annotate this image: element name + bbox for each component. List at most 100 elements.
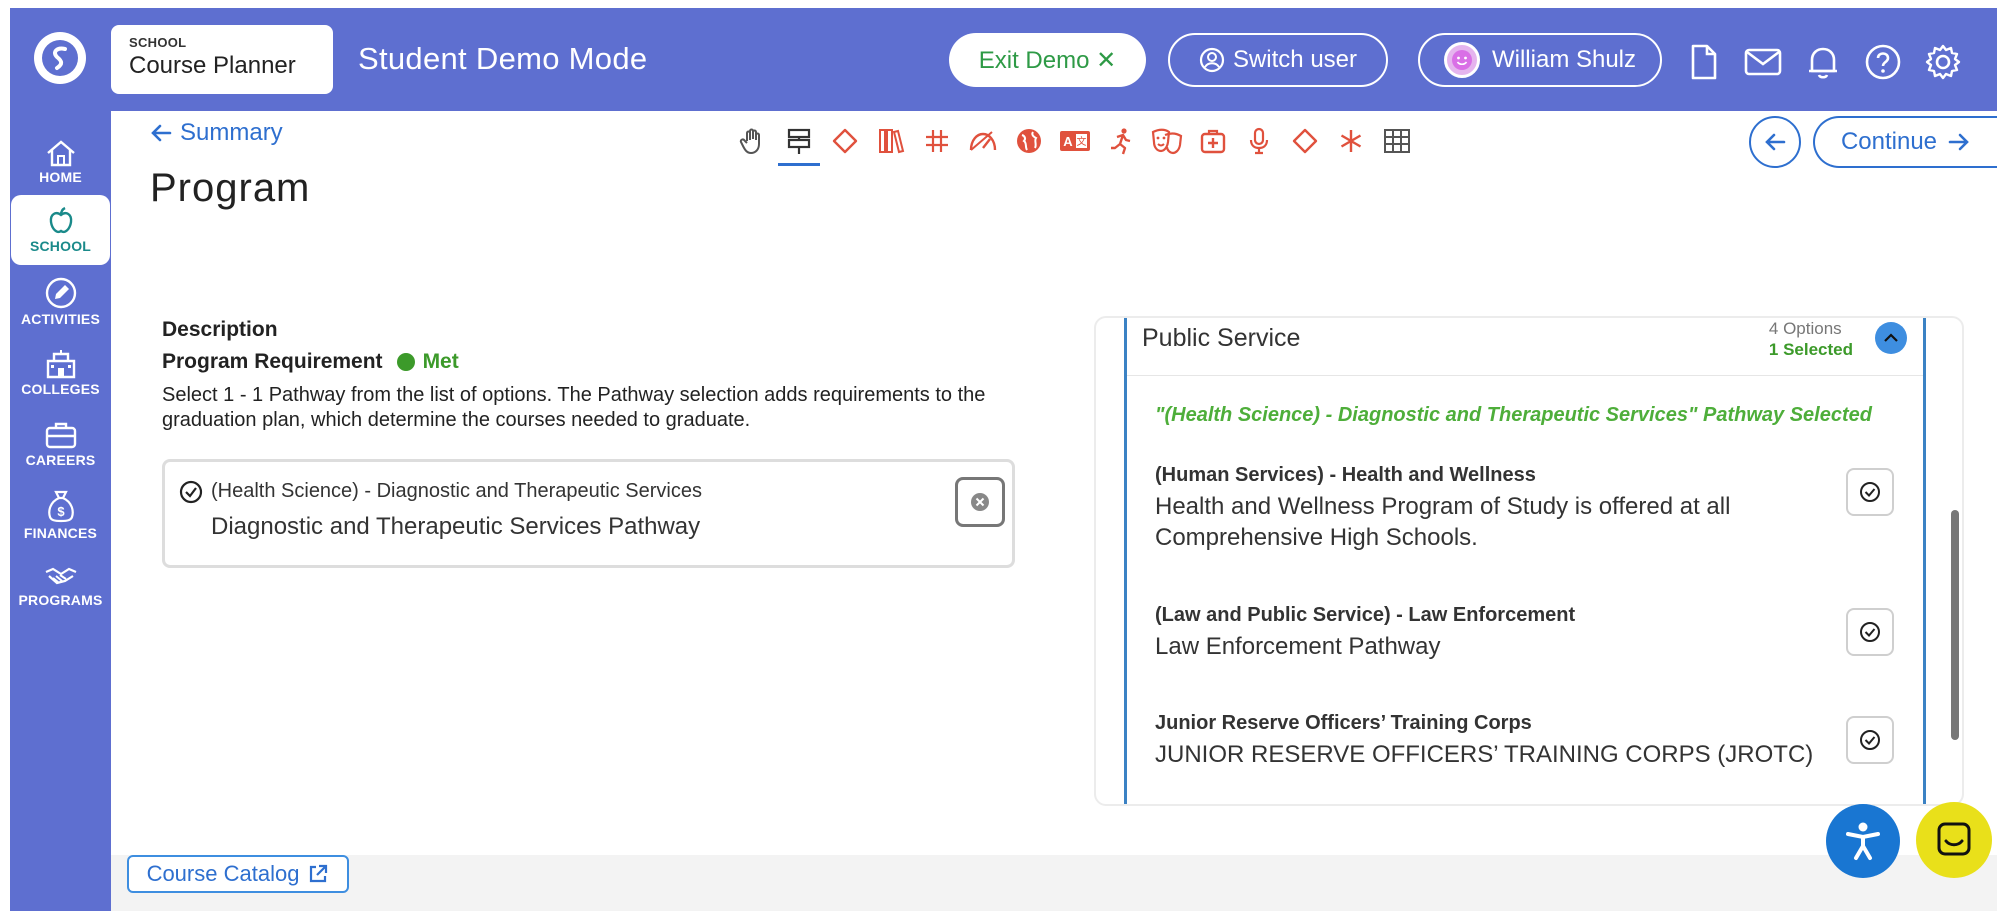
medkit-icon[interactable] bbox=[1190, 124, 1236, 158]
books-icon[interactable] bbox=[868, 124, 914, 158]
sidebar-item-label: CAREERS bbox=[25, 452, 96, 468]
select-pathway-button[interactable] bbox=[1846, 468, 1894, 516]
pathway-option-title: Junior Reserve Officers’ Training Corps bbox=[1155, 712, 1532, 734]
arrow-left-icon bbox=[151, 124, 172, 142]
sidebar-item-finances[interactable]: $ FINANCES bbox=[10, 480, 111, 550]
check-circle-icon bbox=[179, 480, 203, 504]
logo-icon bbox=[42, 40, 78, 76]
bell-icon[interactable] bbox=[1804, 43, 1842, 81]
options-count-text: 4 Options bbox=[1768, 319, 1842, 338]
selected-pathway-card: (Health Science) - Diagnostic and Therap… bbox=[162, 459, 1015, 568]
pathway-option-title: (Law and Public Service) - Law Enforceme… bbox=[1155, 604, 1576, 626]
svg-text:A: A bbox=[1063, 134, 1073, 149]
pathway-option-subtitle: Health and Wellness Program of Study is … bbox=[1155, 493, 1731, 551]
arrow-left-icon bbox=[1765, 133, 1786, 151]
sidebar-item-label: FINANCES bbox=[23, 525, 98, 541]
sidebar-item-label: HOME bbox=[39, 169, 82, 185]
apple-icon bbox=[49, 206, 72, 234]
gear-icon[interactable] bbox=[1924, 43, 1962, 81]
masks-icon[interactable] bbox=[1144, 124, 1190, 158]
sidebar-item-programs[interactable]: PROGRAMS bbox=[10, 551, 111, 621]
page-title: Program bbox=[150, 166, 311, 210]
gauge-icon[interactable] bbox=[960, 124, 1006, 158]
collapse-button[interactable] bbox=[1875, 322, 1907, 354]
pathway-group: Public Service 4 Options 1 Selected "(He… bbox=[1124, 318, 1926, 804]
pathway-option: (Law and Public Service) - Law Enforceme… bbox=[1155, 604, 1895, 662]
footer-bar bbox=[111, 855, 1997, 911]
status-text: Met bbox=[422, 350, 459, 373]
mail-icon[interactable] bbox=[1744, 43, 1782, 81]
requirement-instructions: Select 1 - 1 Pathway from the list of op… bbox=[162, 384, 986, 431]
sidebar-item-home[interactable]: HOME bbox=[10, 127, 111, 197]
requirement-label: Program Requirement bbox=[162, 350, 383, 373]
previous-button[interactable] bbox=[1749, 116, 1801, 168]
back-link-label: Summary bbox=[180, 119, 283, 146]
back-to-summary-link[interactable]: Summary bbox=[150, 119, 283, 147]
user-circle-icon bbox=[1199, 47, 1225, 73]
status-dot-icon bbox=[396, 353, 415, 371]
globe-icon[interactable] bbox=[1006, 124, 1052, 158]
program-requirement-row: Program Requirement Met bbox=[162, 350, 459, 374]
category-icon-bar: A文 bbox=[730, 124, 1420, 166]
sidebar-item-activities[interactable]: ACTIVITIES bbox=[10, 267, 111, 337]
options-count: 4 Options 1 Selected bbox=[1769, 318, 1853, 360]
continue-button[interactable]: Continue bbox=[1813, 116, 1997, 168]
sidebar: HOME SCHOOL ACTIVITIES COLLEGES CAREERS … bbox=[10, 111, 111, 911]
accessibility-icon bbox=[1846, 822, 1880, 860]
sidebar-item-careers[interactable]: CAREERS bbox=[10, 409, 111, 479]
avatar bbox=[1443, 42, 1480, 78]
signpost-icon[interactable] bbox=[776, 124, 822, 166]
sidebar-item-label: SCHOOL bbox=[29, 238, 92, 254]
pathway-options-panel: Public Service 4 Options 1 Selected "(He… bbox=[1094, 316, 1964, 806]
mode-title: Student Demo Mode bbox=[358, 41, 648, 76]
sidebar-item-label: COLLEGES bbox=[21, 381, 100, 397]
college-icon bbox=[46, 350, 75, 379]
pathway-group-header[interactable]: Public Service 4 Options 1 Selected bbox=[1127, 318, 1923, 376]
sidebar-item-colleges[interactable]: COLLEGES bbox=[10, 338, 111, 408]
panel-scrollbar[interactable] bbox=[1951, 510, 1959, 740]
hashtag-icon[interactable] bbox=[914, 124, 960, 158]
grid-icon[interactable] bbox=[1374, 124, 1420, 158]
smiley-icon bbox=[1451, 50, 1472, 70]
diamond-icon[interactable] bbox=[1282, 124, 1328, 158]
microphone-icon[interactable] bbox=[1236, 124, 1282, 158]
accessibility-button[interactable] bbox=[1826, 804, 1900, 878]
briefcase-icon bbox=[45, 422, 76, 449]
runner-icon[interactable] bbox=[1098, 124, 1144, 158]
course-catalog-label: Course Catalog bbox=[146, 861, 300, 886]
pathway-option-subtitle: Law Enforcement Pathway bbox=[1155, 633, 1441, 660]
brand-box[interactable]: SCHOOL Course Planner bbox=[111, 25, 333, 94]
user-name: William Shulz bbox=[1491, 46, 1637, 73]
diamond-icon[interactable] bbox=[822, 124, 868, 158]
select-pathway-button[interactable] bbox=[1846, 608, 1894, 656]
sidebar-item-school[interactable]: SCHOOL bbox=[11, 195, 110, 265]
asterisk-icon[interactable] bbox=[1328, 124, 1374, 158]
pencil-icon bbox=[45, 277, 76, 309]
svg-text:$: $ bbox=[57, 504, 65, 519]
selected-count-text: 1 Selected bbox=[1768, 340, 1853, 359]
check-circle-icon bbox=[1860, 482, 1880, 502]
switch-user-button[interactable]: Switch user bbox=[1168, 33, 1388, 87]
description-heading: Description bbox=[162, 318, 278, 341]
brand-subtitle: SCHOOL bbox=[129, 35, 187, 50]
external-link-icon bbox=[310, 864, 328, 883]
remove-pathway-button[interactable] bbox=[955, 477, 1005, 527]
document-icon[interactable] bbox=[1685, 43, 1723, 81]
home-icon bbox=[46, 140, 75, 167]
translate-icon[interactable]: A文 bbox=[1052, 124, 1098, 158]
pathway-option: Junior Reserve Officers’ Training Corps … bbox=[1155, 712, 1895, 770]
selected-pathway-title: (Health Science) - Diagnostic and Therap… bbox=[211, 480, 702, 502]
hand-icon[interactable] bbox=[730, 124, 776, 158]
switch-user-label: Switch user bbox=[1232, 46, 1358, 73]
help-icon[interactable] bbox=[1864, 43, 1902, 81]
select-pathway-button[interactable] bbox=[1846, 716, 1894, 764]
brand-title: Course Planner bbox=[129, 52, 296, 79]
chat-button[interactable] bbox=[1916, 802, 1992, 878]
chevron-up-icon bbox=[1884, 333, 1898, 342]
course-catalog-link[interactable]: Course Catalog bbox=[127, 855, 349, 893]
exit-demo-button[interactable]: Exit Demo ✕ bbox=[949, 33, 1146, 87]
pathway-group-title: Public Service bbox=[1142, 324, 1301, 352]
app-logo[interactable] bbox=[34, 32, 86, 84]
close-circle-icon bbox=[971, 493, 989, 511]
user-menu-button[interactable]: William Shulz bbox=[1418, 33, 1662, 87]
